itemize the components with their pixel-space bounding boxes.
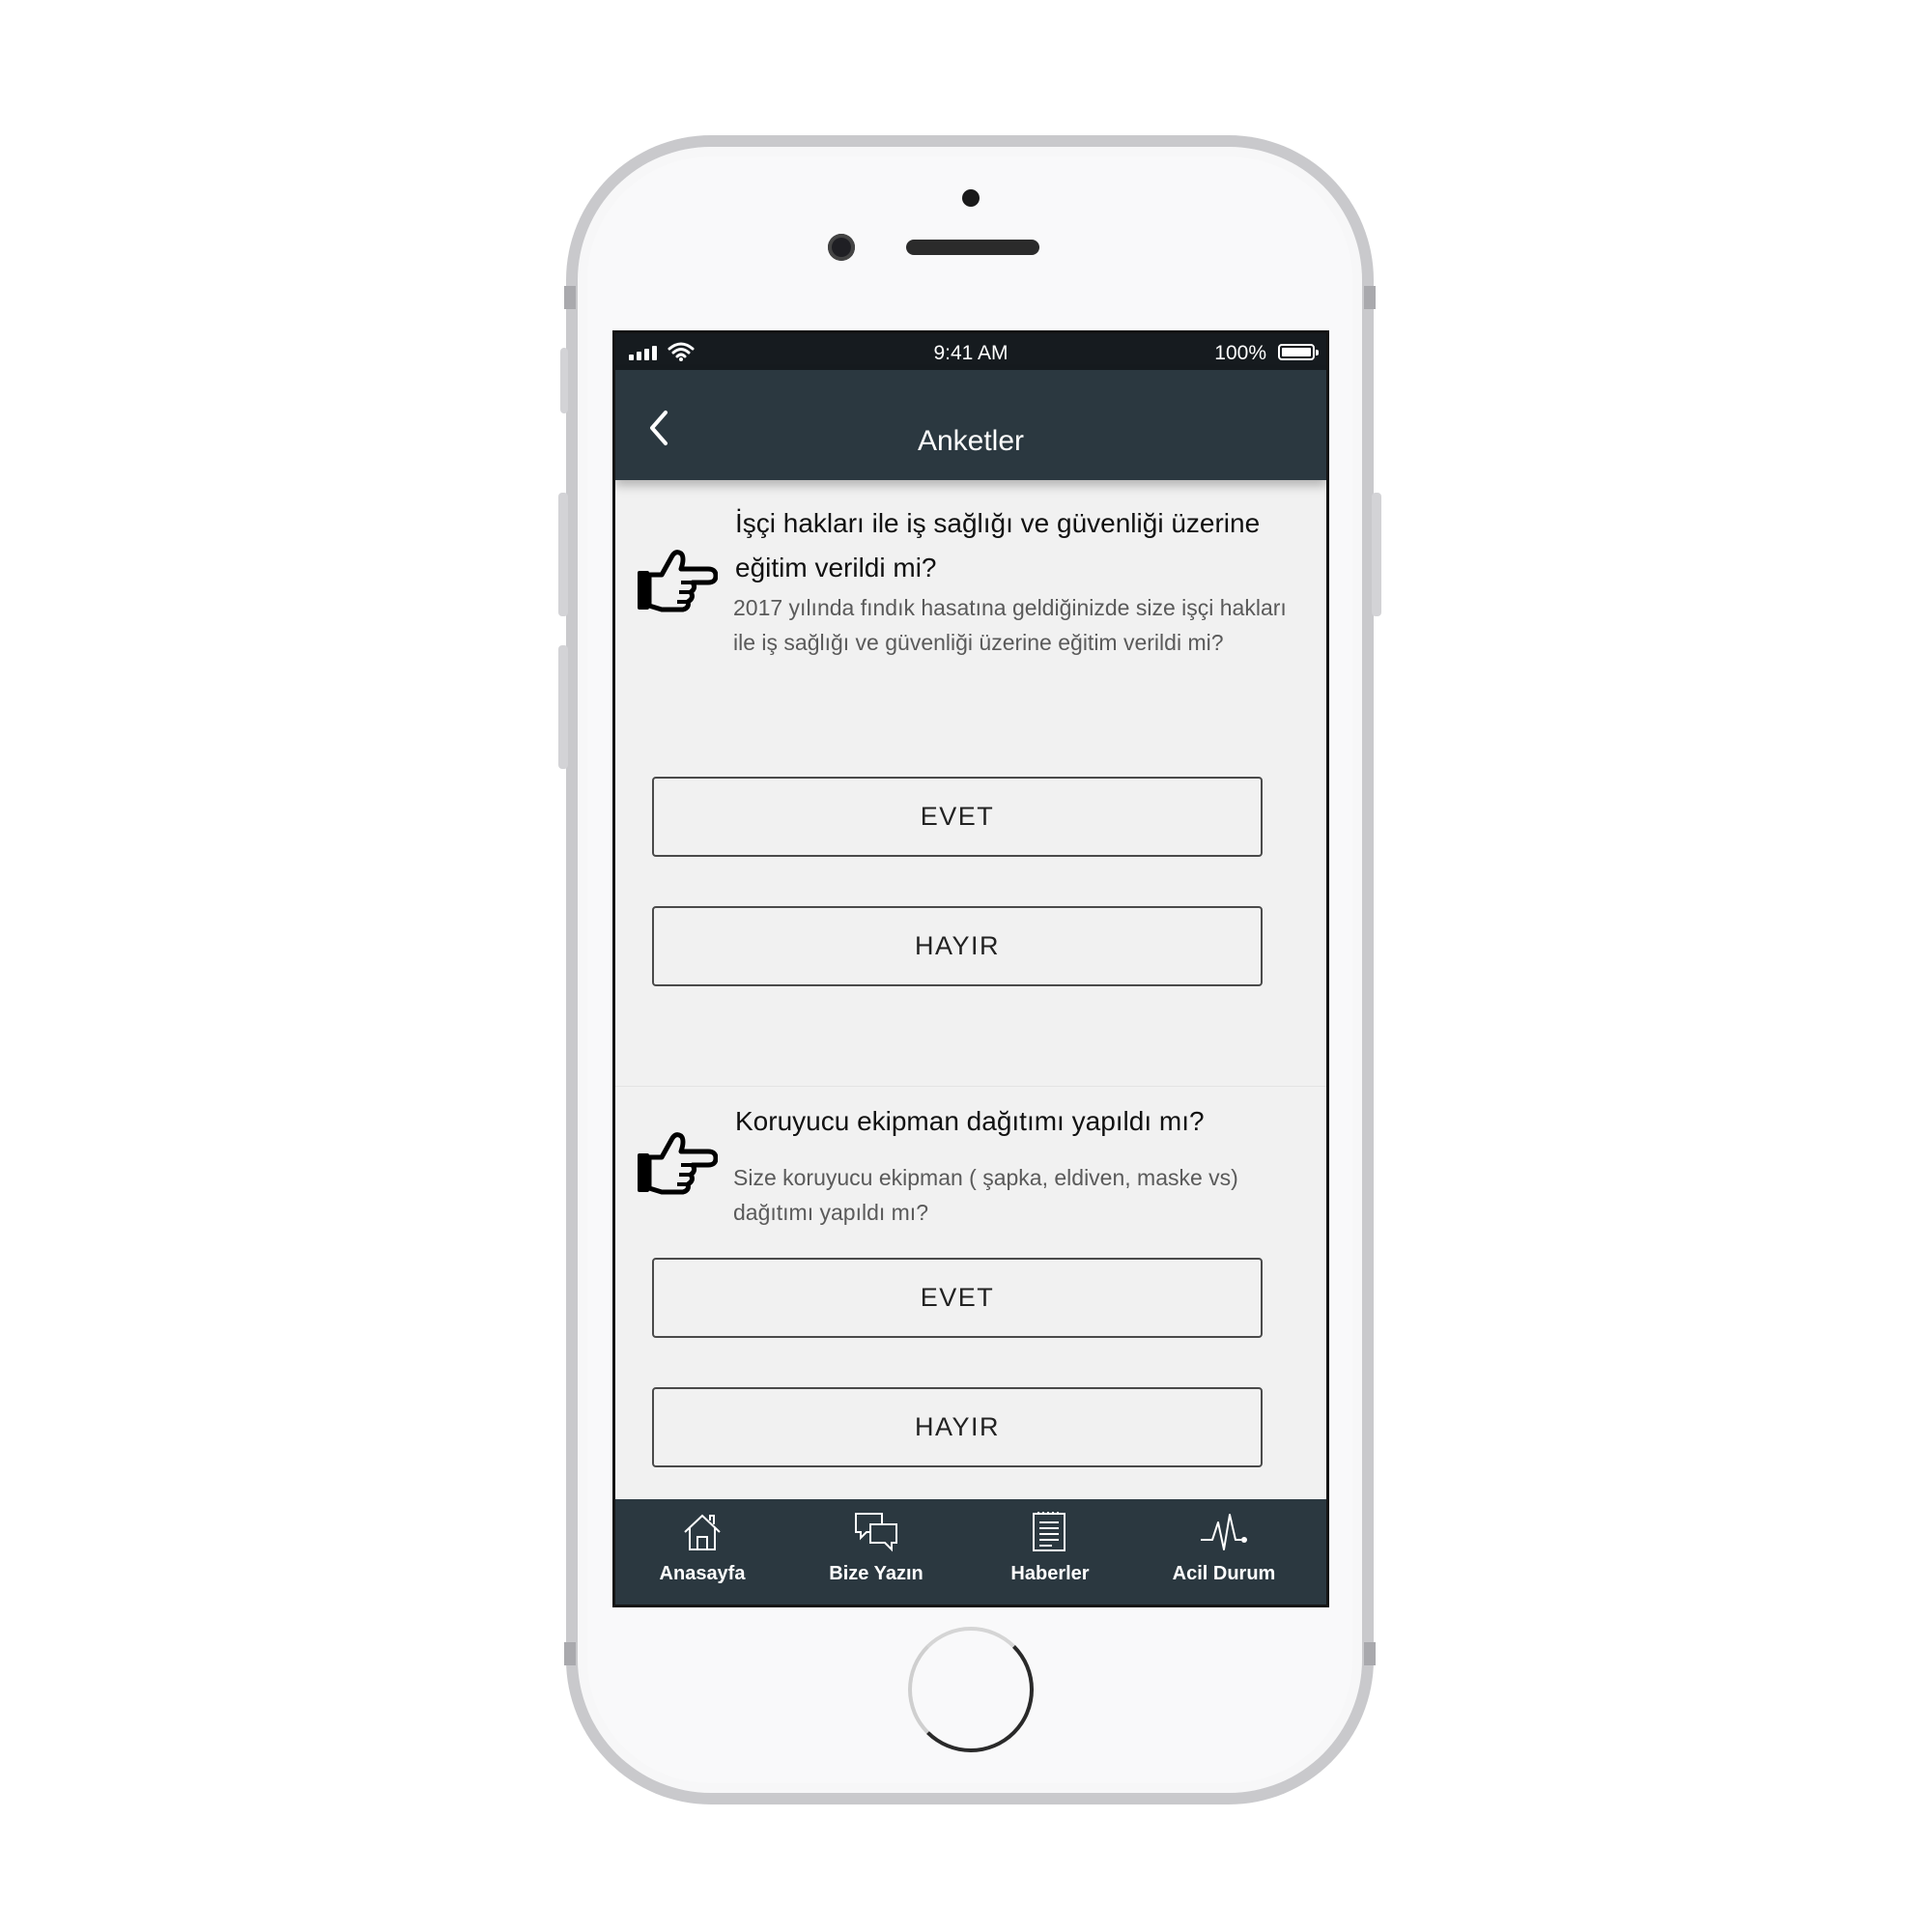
question-description: Size koruyucu ekipman ( şapka, eldiven, … bbox=[733, 1165, 1238, 1225]
yes-button[interactable]: EVET bbox=[652, 777, 1263, 857]
antenna-band bbox=[564, 286, 576, 309]
news-icon bbox=[1033, 1512, 1065, 1551]
volume-up-button bbox=[558, 493, 568, 616]
question-title: Koruyucu ekipman dağıtımı yapıldı mı? bbox=[735, 1106, 1205, 1136]
status-bar: 9:41 AM 100% bbox=[615, 333, 1326, 370]
pointing-hand-icon bbox=[638, 550, 718, 612]
question-title: İşçi hakları ile iş sağlığı ve güvenliği… bbox=[735, 508, 1261, 582]
pulse-icon bbox=[1201, 1514, 1247, 1550]
tab-emergency[interactable]: Acil Durum bbox=[1137, 1499, 1311, 1605]
proximity-sensor bbox=[962, 189, 980, 207]
no-button[interactable]: HAYIR bbox=[652, 1387, 1263, 1467]
antenna-band bbox=[564, 1642, 576, 1665]
antenna-band bbox=[1364, 1642, 1376, 1665]
tab-bar: Anasayfa Bize Yazın Haberler Acil Durum bbox=[615, 1499, 1326, 1605]
power-button bbox=[1372, 493, 1381, 616]
survey-list[interactable]: İşçi hakları ile iş sağlığı ve güvenliği… bbox=[615, 480, 1326, 1467]
tab-label: Bize Yazın bbox=[829, 1563, 923, 1584]
home-icon bbox=[684, 1514, 721, 1550]
tab-news[interactable]: Haberler bbox=[963, 1499, 1137, 1605]
survey-question: Koruyucu ekipman dağıtımı yapıldı mı? Si… bbox=[615, 1087, 1326, 1502]
navigation-bar: Anketler bbox=[615, 370, 1326, 480]
volume-down-button bbox=[558, 645, 568, 769]
question-description: 2017 yılında fındık hasatına geldiğinizd… bbox=[733, 595, 1287, 655]
front-camera bbox=[828, 234, 855, 261]
app-screen: 9:41 AM 100% Anketler İşçi hakları ile i… bbox=[612, 330, 1329, 1607]
survey-question: İşçi hakları ile iş sağlığı ve güvenliği… bbox=[615, 480, 1326, 1089]
battery-icon bbox=[1278, 344, 1319, 360]
tab-label: Anasayfa bbox=[659, 1563, 746, 1584]
tab-contact[interactable]: Bize Yazın bbox=[789, 1499, 963, 1605]
page-title: Anketler bbox=[917, 425, 1025, 457]
chat-icon bbox=[855, 1513, 897, 1552]
tab-label: Acil Durum bbox=[1172, 1563, 1276, 1584]
earpiece-speaker bbox=[906, 240, 1039, 255]
tab-home[interactable]: Anasayfa bbox=[615, 1499, 789, 1605]
no-button[interactable]: HAYIR bbox=[652, 906, 1263, 986]
pointing-hand-icon bbox=[638, 1132, 718, 1195]
mute-switch bbox=[560, 348, 568, 413]
yes-button[interactable]: EVET bbox=[652, 1258, 1263, 1338]
antenna-band bbox=[1364, 286, 1376, 309]
battery-percent: 100% bbox=[1214, 342, 1266, 364]
home-button[interactable] bbox=[908, 1627, 1034, 1752]
tab-label: Haberler bbox=[1010, 1563, 1090, 1584]
